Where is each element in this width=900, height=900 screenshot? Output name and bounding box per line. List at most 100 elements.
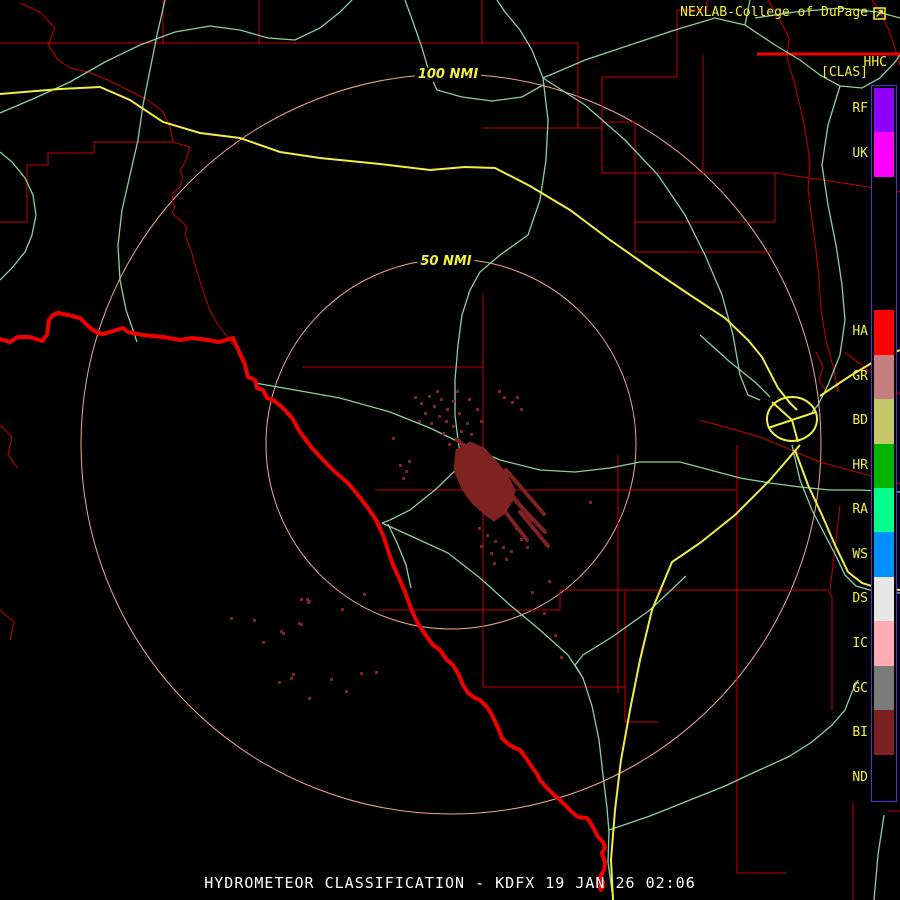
legend-class-swatch [874, 176, 894, 222]
major-highways-layer [0, 85, 900, 900]
echo-speck [494, 540, 497, 543]
product-mode-label: [CLAS] [821, 65, 868, 80]
legend-class-swatch [874, 532, 894, 577]
echo-speck [456, 390, 459, 393]
echo-speck [458, 412, 461, 415]
echo-speck [408, 460, 411, 463]
echo-speck [460, 430, 463, 433]
legend-class-label: BD [852, 413, 868, 429]
legend-color-bar [874, 88, 894, 799]
echo-speck [308, 697, 311, 700]
echo-speck [448, 443, 451, 446]
legend-class-swatch [874, 310, 894, 355]
echo-speck [262, 641, 265, 644]
echo-speck [405, 470, 408, 473]
echo-speck [472, 443, 475, 446]
legend-class-swatch [874, 710, 894, 755]
echo-speck [502, 546, 505, 549]
legend-class-label: HA [852, 324, 868, 340]
echo-speck [402, 477, 405, 480]
legend-class-label: IC [852, 636, 868, 652]
echo-speck [308, 600, 311, 603]
echo-speck [560, 656, 563, 659]
classification-legend [871, 85, 897, 802]
legend-class-swatch [874, 754, 894, 799]
echo-speck [230, 617, 233, 620]
branding-text: NEXLAB-College of DuPage [680, 5, 868, 20]
echo-speck [442, 432, 445, 435]
radar-screen: NEXLAB-College of DuPage HHC [CLAS] 100 … [0, 0, 900, 900]
echo-speck [420, 402, 423, 405]
echo-speck [433, 405, 436, 408]
echo-speck [520, 408, 523, 411]
legend-class-label: RF [852, 101, 868, 117]
echo-speck [440, 398, 443, 401]
product-title: HYDROMETEOR CLASSIFICATION - KDFX 19 JAN… [204, 874, 696, 892]
legend-class-label: UK [852, 145, 868, 161]
echo-speck [480, 420, 483, 423]
range-ring-label-50nmi: 50 NMI [417, 254, 475, 270]
echo-speck [446, 408, 449, 411]
cod-arrow-icon [873, 6, 886, 20]
echo-speck [486, 534, 489, 537]
echo-speck [476, 408, 479, 411]
echo-speck [548, 580, 551, 583]
echo-speck [498, 390, 501, 393]
echo-speck [462, 443, 465, 446]
echo-speck [438, 415, 441, 418]
echo-speck [505, 558, 508, 561]
secondary-roads-layer [0, 0, 900, 900]
legend-class-swatch [874, 576, 894, 622]
echo-speck [428, 395, 431, 398]
echo-speck [531, 591, 534, 594]
echo-speck [526, 546, 529, 549]
legend-class-label: WS [852, 546, 868, 562]
county-boundaries-layer [0, 0, 900, 900]
echo-speck [399, 464, 402, 467]
legend-class-swatch [874, 621, 894, 666]
legend-class-swatch [874, 354, 894, 400]
echo-speck [375, 671, 378, 674]
echo-speck [516, 396, 519, 399]
echo-speck [300, 623, 303, 626]
echo-speck [436, 390, 439, 393]
river-border-layer [0, 311, 607, 892]
echo-speck [510, 550, 513, 553]
radar-map-canvas [0, 0, 900, 900]
echo-speck [480, 545, 483, 548]
echo-speck [290, 677, 293, 680]
echo-speck [392, 437, 395, 440]
echo-speck [363, 593, 366, 596]
legend-class-label: RA [852, 502, 868, 518]
echo-speck [341, 608, 344, 611]
echo-speck [520, 538, 523, 541]
legend-class-swatch [874, 399, 894, 444]
echo-speck [452, 425, 455, 428]
echo-speck [452, 400, 455, 403]
echo-speck [292, 673, 295, 676]
legend-class-label: BI [852, 725, 868, 741]
echo-speck [511, 401, 514, 404]
branding: NEXLAB-College of DuPage [680, 5, 886, 20]
radar-echo-layer [230, 390, 592, 700]
echo-speck [300, 598, 303, 601]
legend-class-label: ND [852, 769, 868, 785]
echo-speck [554, 634, 557, 637]
legend-class-label: GC [852, 680, 868, 696]
legend-class-label: DS [852, 591, 868, 607]
echo-speck [478, 527, 481, 530]
echo-speck [330, 678, 333, 681]
echo-speck [253, 619, 256, 622]
echo-speck [468, 398, 471, 401]
echo-speck [466, 422, 469, 425]
echo-speck [445, 420, 448, 423]
echo-speck [589, 501, 592, 504]
legend-class-swatch [874, 88, 894, 133]
echo-speck [503, 396, 506, 399]
echo-speck [490, 552, 493, 555]
range-ring-label-100nmi: 100 NMI [414, 67, 482, 83]
echo-speck [543, 612, 546, 615]
echo-speck [430, 422, 433, 425]
echo-speck [345, 690, 348, 693]
echo-speck [360, 672, 363, 675]
